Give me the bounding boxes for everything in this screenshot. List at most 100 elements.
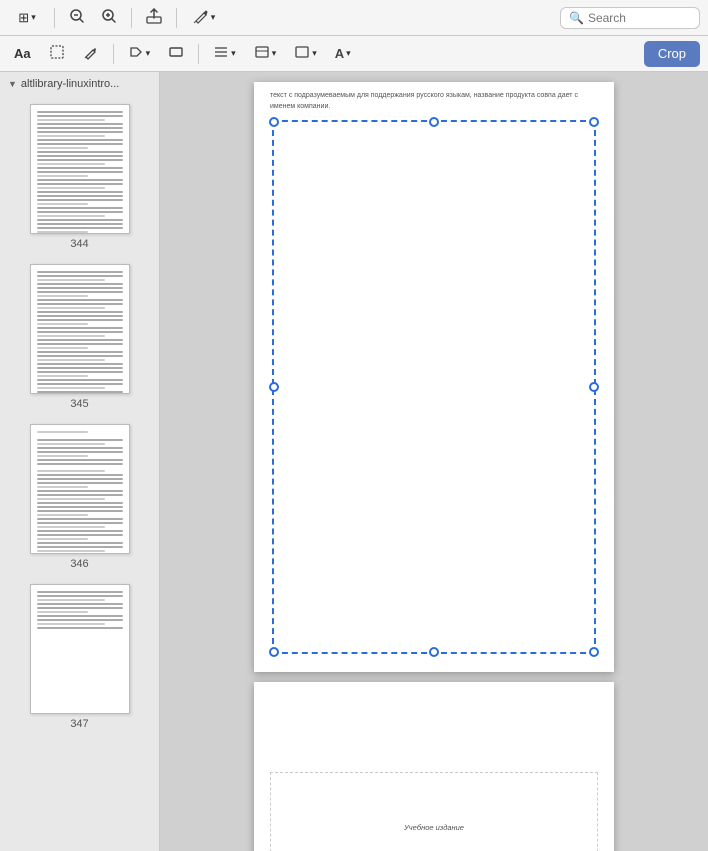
search-box: 🔍 bbox=[560, 7, 700, 29]
thumb-line bbox=[37, 478, 123, 480]
thumb-box-344 bbox=[30, 104, 130, 234]
thumb-line bbox=[37, 502, 123, 504]
thumb-box-345 bbox=[30, 264, 130, 394]
thumb-line bbox=[37, 159, 123, 161]
thumb-line bbox=[37, 498, 106, 500]
crop-button[interactable]: Crop bbox=[644, 41, 700, 67]
thumb-line bbox=[37, 119, 106, 121]
thumbnail-345[interactable]: 345 bbox=[0, 256, 159, 416]
thumb-box-346 bbox=[30, 424, 130, 554]
thumb-line bbox=[37, 131, 123, 133]
crop-handle-middle-right[interactable] bbox=[589, 382, 599, 392]
thumb-line bbox=[37, 607, 123, 609]
thumb-label-345: 345 bbox=[70, 398, 88, 410]
thumb-line bbox=[37, 619, 123, 621]
font-button[interactable]: Aa bbox=[8, 41, 37, 67]
thumb-line bbox=[37, 546, 123, 548]
thumb-line bbox=[37, 195, 123, 197]
crop-handle-middle-left[interactable] bbox=[269, 382, 279, 392]
thumb-line bbox=[37, 187, 106, 189]
separator-4 bbox=[113, 44, 114, 64]
insert-button[interactable]: ▾ bbox=[122, 41, 157, 67]
thumb-line bbox=[37, 203, 89, 205]
crop-handle-top-middle[interactable] bbox=[429, 117, 439, 127]
thumb-line bbox=[37, 199, 123, 201]
thumb-line bbox=[37, 223, 123, 225]
box-style-button[interactable]: ▾ bbox=[248, 41, 283, 67]
thumb-line bbox=[37, 431, 89, 433]
thumb-line bbox=[37, 591, 123, 593]
page-footer-text: Учебное издание bbox=[254, 815, 614, 832]
separator-5 bbox=[198, 44, 199, 64]
thumb-line bbox=[37, 627, 123, 629]
zoom-in-button[interactable] bbox=[95, 6, 123, 30]
rect-button[interactable] bbox=[162, 41, 190, 67]
thumb-line bbox=[37, 542, 123, 544]
sidebar: ▼ altlibrary-linuxintro... bbox=[0, 72, 160, 851]
thumb-line bbox=[37, 391, 123, 393]
crop-handle-top-left[interactable] bbox=[269, 117, 279, 127]
crop-handle-bottom-right[interactable] bbox=[589, 647, 599, 657]
thumb-line bbox=[37, 603, 123, 605]
crop-overlay[interactable] bbox=[272, 120, 596, 654]
thumb-line bbox=[37, 451, 123, 453]
align-icon bbox=[213, 44, 229, 63]
thumb-box-347 bbox=[30, 584, 130, 714]
thumb-line bbox=[37, 155, 123, 157]
search-input[interactable] bbox=[588, 11, 691, 25]
thumb-line bbox=[37, 283, 123, 285]
thumb-line bbox=[37, 447, 123, 449]
crop-handle-bottom-middle[interactable] bbox=[429, 647, 439, 657]
text-style-button[interactable]: A ▾ bbox=[329, 41, 357, 67]
select-box-button[interactable] bbox=[43, 41, 71, 67]
thumb-line bbox=[37, 315, 123, 317]
thumb-line bbox=[37, 439, 123, 441]
zoom-out-icon bbox=[69, 8, 85, 27]
chevron-down-icon: ▾ bbox=[146, 48, 151, 59]
thumb-line bbox=[37, 335, 106, 337]
thumb-line bbox=[37, 319, 123, 321]
thumb-line bbox=[37, 383, 123, 385]
thumb-line bbox=[37, 111, 123, 113]
thumb-line bbox=[37, 522, 123, 524]
thumb-line bbox=[37, 227, 123, 229]
markup-button[interactable]: ▾ bbox=[185, 6, 223, 30]
zoom-out-button[interactable] bbox=[63, 6, 91, 30]
thumb-line bbox=[37, 151, 123, 153]
thumb-line bbox=[37, 550, 106, 552]
pen-button[interactable] bbox=[77, 41, 105, 67]
thumb-line bbox=[37, 387, 106, 389]
thumb-line bbox=[37, 486, 89, 488]
markup-icon bbox=[193, 8, 209, 27]
view-mode-button[interactable]: ⊞ ▾ bbox=[8, 6, 46, 30]
thumb-line bbox=[37, 215, 106, 217]
thumb-line bbox=[37, 291, 123, 293]
thumb-line bbox=[37, 179, 123, 181]
page-top-text: текст с подразумеваемым для поддержания … bbox=[254, 82, 614, 116]
thumbnail-346[interactable]: 346 bbox=[0, 416, 159, 576]
thumb-line bbox=[37, 339, 123, 341]
thumb-line bbox=[37, 183, 123, 185]
thumbnail-344[interactable]: 344 bbox=[0, 96, 159, 256]
crop-handle-bottom-left[interactable] bbox=[269, 647, 279, 657]
align-button[interactable]: ▾ bbox=[207, 41, 242, 67]
thumb-line bbox=[37, 526, 106, 528]
thumb-line bbox=[37, 359, 106, 361]
crop-handle-top-right[interactable] bbox=[589, 117, 599, 127]
thumb-line bbox=[37, 343, 123, 345]
page-345-partial: Учебное издание bbox=[254, 682, 614, 851]
chevron-down-icon: ▾ bbox=[211, 12, 216, 23]
chevron-down-icon: ▾ bbox=[312, 48, 317, 59]
thumb-line bbox=[37, 331, 123, 333]
thumb-line bbox=[37, 463, 123, 465]
separator-3 bbox=[176, 8, 177, 28]
chevron-down-icon: ▾ bbox=[346, 48, 351, 59]
thumb-line bbox=[37, 327, 123, 329]
thumb-content-344 bbox=[37, 111, 123, 233]
thumb-line bbox=[37, 599, 106, 601]
box-fill-button[interactable]: ▾ bbox=[288, 41, 323, 67]
thumb-label-344: 344 bbox=[70, 238, 88, 250]
thumbnail-347[interactable]: 347 bbox=[0, 576, 159, 736]
thumb-line bbox=[37, 323, 89, 325]
share-button[interactable] bbox=[140, 6, 168, 30]
